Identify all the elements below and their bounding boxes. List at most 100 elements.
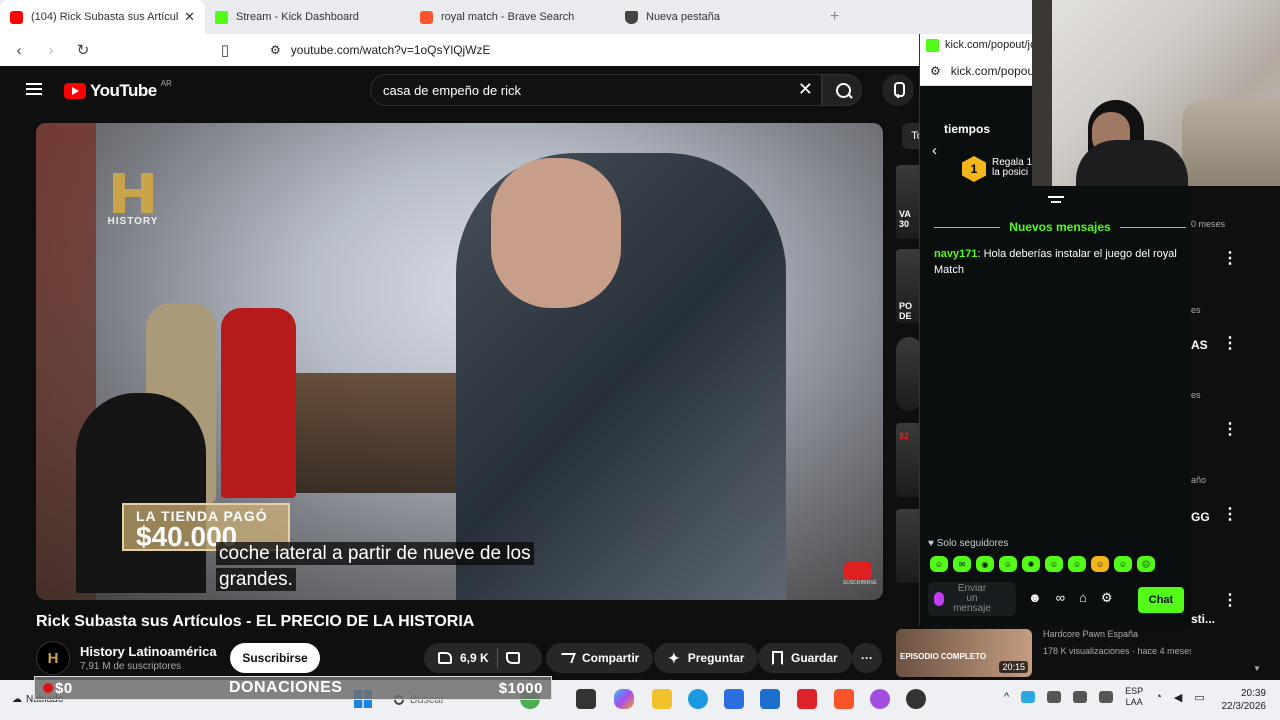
dislike-icon[interactable] [505, 652, 520, 664]
url-field[interactable]: ⚙ youtube.com/watch?v=1oQsYlQjWzE [270, 43, 916, 57]
emote-icon[interactable]: ☺ [1045, 556, 1063, 572]
video-title: Rick Subasta sus Artículos - EL PRECIO D… [36, 613, 475, 630]
kick-icon [215, 10, 228, 24]
rec-thumbnail-large[interactable]: EPISODIO COMPLETO 20:15 [896, 629, 1032, 677]
subscribe-watermark-icon [844, 562, 872, 580]
rec-more-icon[interactable]: ⋮ [1222, 422, 1238, 438]
rec-channel[interactable]: Hardcore Pawn España [1043, 629, 1138, 639]
history-logo: HISTORY [106, 173, 160, 233]
tab-youtube[interactable]: (104) Rick Subasta sus Artícul ✕ [0, 0, 205, 34]
store-icon[interactable]: ⌂ [1079, 590, 1087, 606]
emote-icon[interactable]: ☺ [1091, 556, 1109, 572]
chevron-left-icon[interactable]: ‹ [932, 142, 937, 159]
emote-picker-icon[interactable]: ☻ [1028, 590, 1042, 606]
keyboard-layout: LAA [1125, 697, 1143, 707]
subscribe-button[interactable]: Suscribirse [230, 643, 320, 673]
youtube-wordmark: YouTube [90, 81, 157, 100]
channel-avatar[interactable]: H [36, 641, 70, 675]
subtitles: coche lateral a partir de nueve de los g… [216, 541, 576, 593]
emote-icon[interactable]: ☺ [1068, 556, 1086, 572]
chat-message: navy171: Hola deberías instalar el juego… [934, 246, 1184, 278]
wps-icon[interactable] [797, 689, 817, 709]
leaderboard-label: tiempos [944, 122, 991, 136]
video-player[interactable]: HISTORY LA TIENDA PAGÓ $40.000 coche lat… [36, 123, 883, 600]
rec-more-icon[interactable]: ⋮ [1222, 507, 1238, 523]
tab-new-tab[interactable]: Nueva pestaña [615, 0, 820, 34]
battery-icon[interactable]: ▭ [1194, 691, 1204, 704]
close-tab-icon[interactable]: ✕ [184, 9, 195, 25]
outlook-icon[interactable] [760, 689, 780, 709]
like-count[interactable]: 6,9 K [460, 651, 489, 665]
like-icon[interactable] [438, 652, 452, 664]
store-app-icon[interactable] [724, 689, 744, 709]
chat-send-button[interactable]: Chat [1138, 587, 1184, 613]
obs-icon[interactable] [906, 689, 926, 709]
tab-kick-dashboard[interactable]: Stream - Kick Dashboard [205, 0, 410, 34]
emote-icon[interactable]: ☺ [930, 556, 948, 572]
chat-username[interactable]: navy171 [934, 248, 977, 260]
reload-icon[interactable]: ↻ [74, 41, 92, 59]
brave-taskbar-icon[interactable] [834, 689, 854, 709]
onedrive-icon[interactable] [1021, 691, 1036, 703]
bookmark-icon[interactable]: ▯ [216, 41, 234, 59]
share-button[interactable]: Compartir [546, 643, 654, 673]
address-bar: ‹ › ↻ ▯ ⚙ youtube.com/watch?v=1oQsYlQjWz… [0, 34, 1032, 66]
infinity-icon[interactable]: ∞ [1056, 590, 1065, 606]
search-input[interactable]: casa de empeño de rick ✕ [370, 74, 822, 106]
rec-more-icon[interactable]: ⋮ [1222, 336, 1238, 352]
tray-app-icon[interactable] [1047, 691, 1062, 703]
ask-button[interactable]: ✦ Preguntar [654, 643, 759, 673]
menu-icon[interactable] [26, 83, 42, 95]
back-icon[interactable]: ‹ [10, 42, 28, 59]
clear-search-icon[interactable]: ✕ [798, 79, 813, 100]
file-explorer-icon[interactable] [652, 689, 672, 709]
followers-only-text: Solo seguidores [936, 538, 1009, 549]
copilot-icon[interactable] [614, 689, 634, 709]
mic-tray-icon[interactable] [1073, 691, 1088, 703]
save-button[interactable]: Guardar [758, 643, 852, 673]
emote-icon[interactable]: ✺ [1022, 556, 1040, 572]
tray-app-icon[interactable] [1099, 691, 1114, 703]
tab-brave-search[interactable]: royal match - Brave Search [410, 0, 615, 34]
emote-icon[interactable]: ☹ [1137, 556, 1155, 572]
wifi-icon[interactable]: ◔ [1155, 691, 1162, 703]
site-settings-icon[interactable]: ⚙ [930, 64, 941, 78]
rec-more-icon[interactable]: ⋮ [1222, 251, 1238, 267]
donation-goal-amount: $1000 [498, 679, 543, 697]
new-tab-button[interactable]: + [830, 8, 839, 26]
scroll-down-icon[interactable]: ▼ [1253, 664, 1261, 673]
emote-icon[interactable]: ☺ [1114, 556, 1132, 572]
subscribe-watermark[interactable]: SUSCRIBIRSE [843, 562, 877, 586]
search-button[interactable] [822, 74, 862, 106]
youtube-logo[interactable]: YouTube AR [64, 79, 172, 101]
browser-app-icon[interactable] [870, 689, 890, 709]
rec-more-icon[interactable]: ⋮ [1222, 593, 1238, 609]
site-settings-icon[interactable]: ⚙ [270, 43, 281, 57]
new-messages-divider[interactable]: Nuevos mensajes [934, 220, 1186, 234]
forward-icon[interactable]: › [42, 42, 60, 59]
volume-icon[interactable]: ◀ [1174, 691, 1182, 704]
rec-title[interactable]: sti... [1191, 612, 1215, 626]
channel-name[interactable]: History Latinoamérica [80, 644, 217, 659]
history-logo-text: HISTORY [107, 216, 159, 227]
notification-dot-icon [43, 683, 53, 693]
taskbar-clock[interactable]: 20:39 22/3/2026 [1222, 687, 1267, 713]
emote-icon[interactable]: ◉ [976, 556, 994, 572]
chat-filter-icon[interactable] [1048, 196, 1064, 206]
rec-views: 178 K visualizaciones · hace 4 meses [1043, 646, 1194, 656]
mic-icon[interactable] [934, 592, 944, 606]
settings-icon[interactable]: ⚙ [1101, 590, 1113, 606]
emote-icon[interactable]: ✉ [953, 556, 971, 572]
tray-chevron-icon[interactable]: ^ [1004, 691, 1009, 703]
chat-message-input[interactable]: Enviar un mensaje [928, 582, 1016, 616]
rec-title[interactable]: AS [1191, 338, 1208, 352]
task-view-icon[interactable] [576, 689, 596, 709]
voice-search-icon[interactable] [882, 74, 914, 106]
episode-label: EPISODIO COMPLETO [900, 652, 987, 661]
language-indicator[interactable]: ESP LAA [1125, 686, 1143, 708]
edge-icon[interactable] [688, 689, 708, 709]
more-actions-button[interactable]: ··· [852, 643, 882, 673]
channel-avatar-letter: H [47, 649, 59, 667]
rec-title[interactable]: GG [1191, 510, 1210, 524]
emote-icon[interactable]: ☺ [999, 556, 1017, 572]
